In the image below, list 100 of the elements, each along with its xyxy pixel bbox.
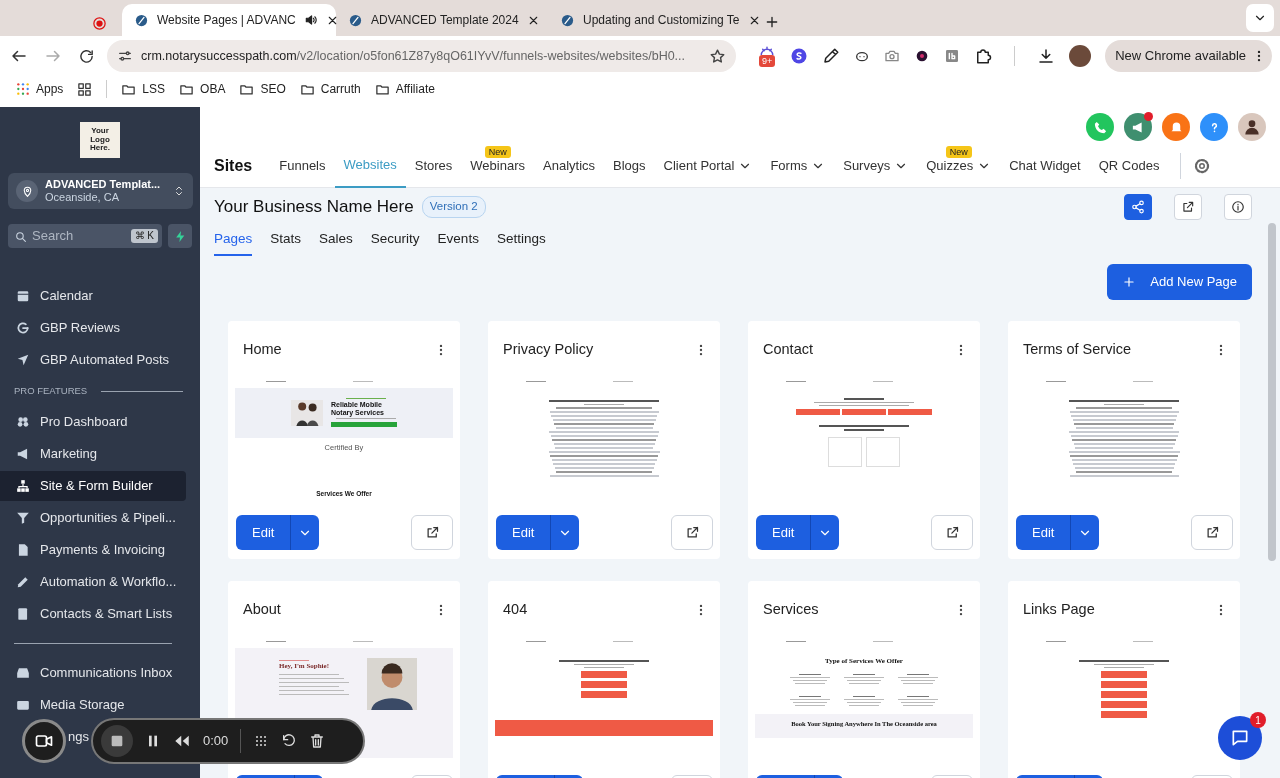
scrollbar[interactable] (1268, 223, 1276, 561)
nav-tab[interactable]: Funnels (270, 144, 335, 188)
reload-icon[interactable] (78, 47, 95, 65)
page-title: Contact (763, 340, 813, 360)
sidebar-item[interactable]: Pro Dashboard (0, 407, 186, 437)
share-button[interactable] (1124, 194, 1152, 220)
search-field[interactable]: Search ⌘ K (8, 224, 162, 248)
page-card[interactable]: Contact Edit (748, 321, 980, 559)
info-button[interactable] (1224, 194, 1252, 220)
phone-icon (1092, 119, 1108, 135)
megaphone-button[interactable] (1124, 113, 1152, 141)
sidebar-item[interactable]: Calendar (0, 281, 186, 311)
dropdown-button[interactable] (550, 515, 580, 550)
tab-groups-icon[interactable] (77, 81, 93, 97)
url-text: crm.notarysuccesspath.com/v2/location/o5fon61Z87y8qO61IYvV/funnels-websites/websites/bH0... (141, 47, 687, 65)
edit-button[interactable]: Edit (236, 515, 291, 550)
site-info-icon[interactable] (117, 48, 133, 64)
edit-button[interactable]: Edit (496, 515, 551, 550)
sub-tab[interactable]: Sales (319, 224, 353, 256)
nav-tab[interactable]: Client Portal (654, 144, 762, 188)
sidebar-item[interactable]: Automation & Workflo... (0, 567, 186, 597)
preview-button (888, 409, 932, 415)
user-avatar[interactable] (1238, 113, 1266, 141)
eyedropper-icon[interactable] (822, 47, 841, 65)
bookmark[interactable]: SEO (239, 80, 286, 98)
page-title: Privacy Policy (503, 340, 594, 360)
s-logo-icon[interactable] (790, 47, 809, 65)
edit-button[interactable]: Edit (1016, 515, 1071, 550)
update-button[interactable]: New Chrome available (1105, 40, 1272, 72)
external-link-icon (1181, 200, 1195, 214)
browser-tab[interactable]: Website Pages | ADVANC (122, 4, 336, 36)
bell-button[interactable] (1162, 113, 1190, 141)
sidebar-item[interactable]: Site & Form Builder (0, 471, 186, 501)
quick-action-button[interactable] (168, 224, 192, 248)
open-page-button[interactable] (1191, 515, 1233, 550)
nav-tab[interactable]: New Webinars (461, 144, 534, 188)
camera-icon[interactable] (884, 48, 901, 64)
nav-tab[interactable]: Blogs (604, 144, 655, 188)
bookmark[interactable]: LSS (121, 80, 166, 98)
star-icon[interactable] (709, 47, 727, 65)
page-card[interactable]: Privacy Policy Edit (488, 321, 720, 559)
browser-tab[interactable]: ADVANCED Template 2024 (336, 4, 542, 36)
dropdown-button[interactable] (290, 515, 320, 550)
page-card[interactable]: Links Page (1008, 581, 1240, 778)
settings-icon[interactable] (1193, 157, 1212, 175)
sidebar-item[interactable]: ngs (68, 728, 89, 746)
dropdown-button[interactable] (1070, 515, 1100, 550)
record-icon[interactable] (92, 16, 107, 32)
page-title: About (243, 600, 281, 620)
preview-button (1101, 671, 1147, 678)
add-page-button[interactable]: Add New Page (1107, 264, 1252, 300)
sub-tab[interactable]: Settings (496, 224, 546, 256)
square-icon[interactable] (944, 48, 961, 64)
sidebar-item[interactable]: GBP Reviews (0, 313, 186, 343)
nav-tab[interactable]: Analytics (534, 144, 605, 188)
sub-tab[interactable]: Security (370, 224, 420, 256)
nav-tab[interactable]: Forms (761, 144, 835, 188)
bookmark[interactable]: Apps (16, 80, 64, 98)
open-button[interactable] (1174, 194, 1202, 220)
speaker-icon[interactable] (303, 13, 318, 27)
sidebar-item[interactable]: Marketing (0, 439, 186, 469)
sub-tab[interactable]: Events (437, 224, 479, 256)
puzzle-icon[interactable] (974, 47, 993, 65)
sidebar-item[interactable]: GBP Automated Posts (0, 345, 186, 375)
nav-icon (16, 353, 30, 367)
page-card[interactable]: Terms of Service Edit (1008, 321, 1240, 559)
nav-tab[interactable]: Surveys (834, 144, 918, 188)
sub-tab[interactable]: Pages (214, 224, 253, 256)
avatar[interactable] (1069, 45, 1092, 67)
sidebar-item[interactable]: Communications Inbox (0, 658, 186, 688)
sub-tab[interactable]: Stats (270, 224, 302, 256)
open-page-button[interactable] (411, 515, 453, 550)
sidebar-item[interactable]: Opportunities & Pipeli... (0, 503, 186, 533)
undo-icon[interactable] (281, 733, 298, 749)
bookmark[interactable]: Carruth (299, 80, 361, 98)
sidebar-item[interactable]: Media Storage (0, 690, 186, 720)
dropdown-button[interactable] (810, 515, 840, 550)
browser-tab[interactable]: Updating and Customizing Te (548, 4, 762, 36)
nav-tab[interactable]: Chat Widget (1000, 144, 1090, 188)
search-icon (14, 229, 27, 243)
account-name: ADVANCED Templat... (45, 178, 162, 191)
trash-icon[interactable] (309, 733, 326, 749)
download-icon[interactable] (1037, 47, 1056, 65)
page-card[interactable]: 404 (488, 581, 720, 778)
account-switcher[interactable]: ADVANCED Templat... Oceanside, CA (8, 173, 193, 209)
globe-icon (560, 12, 575, 28)
sidebar-item[interactable]: Payments & Invoicing (0, 535, 186, 565)
help-button[interactable] (1200, 113, 1228, 141)
info-icon (1231, 200, 1245, 214)
nav-tab[interactable]: QR Codes (1089, 144, 1169, 188)
bookmark[interactable]: Affiliate (374, 80, 435, 98)
sidebar-item[interactable]: Contacts & Smart Lists (0, 599, 186, 629)
bookmark[interactable]: OBA (179, 80, 226, 98)
open-page-button[interactable] (671, 515, 713, 550)
stop-button[interactable] (101, 725, 133, 757)
open-page-button[interactable] (931, 515, 973, 550)
nav-tab[interactable]: Stores (405, 144, 462, 188)
edit-button[interactable]: Edit (756, 515, 811, 550)
nav-tab[interactable]: New Quizzes (917, 144, 1001, 188)
address-bar[interactable]: crm.notarysuccesspath.com/v2/location/o5fon61Z87y8qO61IYvV/funnels-websites/websites/bH0... (107, 40, 737, 72)
